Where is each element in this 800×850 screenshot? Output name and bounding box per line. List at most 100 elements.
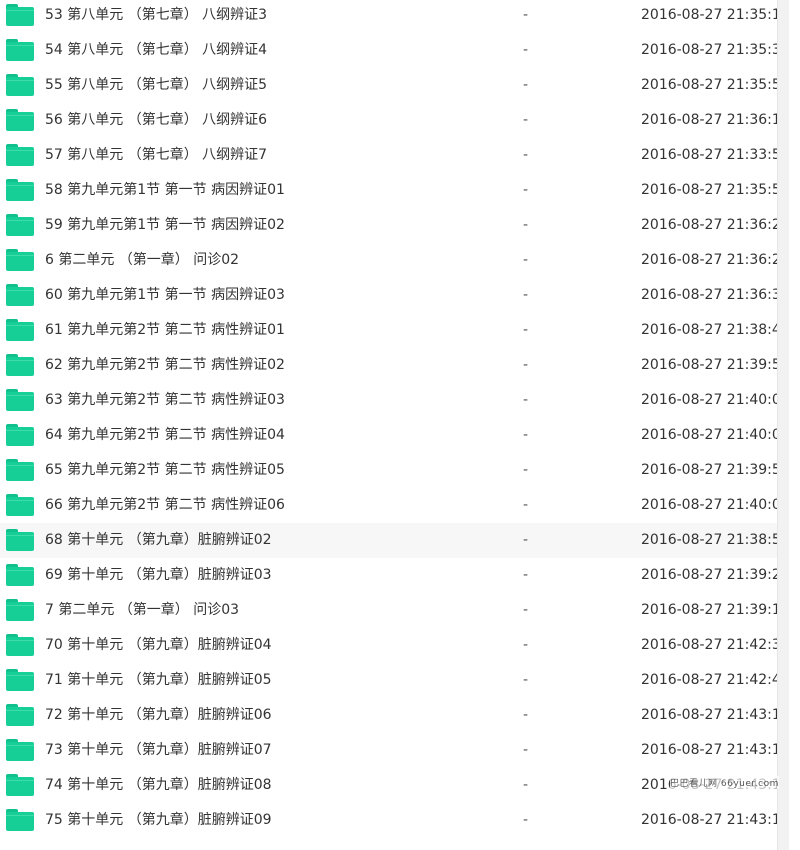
file-size: -: [523, 532, 529, 548]
file-size: -: [523, 7, 529, 23]
file-modified-date: 2016-08-27 21:35:16: [641, 7, 789, 23]
file-modified-date: 2016-08-27 21:43:12: [641, 812, 789, 828]
file-name[interactable]: 60 第九单元第1节 第一节 病因辨证03: [45, 286, 285, 304]
file-name[interactable]: 70 第十单元 （第九章）脏腑辨证04: [45, 636, 272, 654]
folder-icon: [6, 4, 34, 26]
file-name[interactable]: 75 第十单元 （第九章）脏腑辨证09: [45, 811, 272, 829]
folder-icon: [6, 109, 34, 131]
file-name[interactable]: 73 第十单元 （第九章）脏腑辨证07: [45, 741, 272, 759]
file-name[interactable]: 56 第八单元 （第七章） 八纲辨证6: [45, 111, 267, 129]
file-size: -: [523, 42, 529, 58]
file-name[interactable]: 65 第九单元第2节 第二节 病性辨证05: [45, 461, 285, 479]
file-name[interactable]: 61 第九单元第2节 第二节 病性辨证01: [45, 321, 285, 339]
file-name[interactable]: 66 第九单元第2节 第二节 病性辨证06: [45, 496, 285, 514]
file-name[interactable]: 71 第十单元 （第九章）脏腑辨证05: [45, 671, 272, 689]
file-row[interactable]: 60 第九单元第1节 第一节 病因辨证03 - 2016-08-27 21:36:3…: [0, 278, 789, 313]
file-row[interactable]: 55 第八单元 （第七章） 八纲辨证5 - 2016-08-27 21:35:51: [0, 68, 789, 103]
file-modified-date: 2016-08-27 21:39:15: [641, 602, 789, 618]
file-size: -: [523, 777, 529, 793]
folder-icon: [6, 494, 34, 516]
folder-icon: [6, 284, 34, 306]
file-row[interactable]: 54 第八单元 （第七章） 八纲辨证4 - 2016-08-27 21:35:37: [0, 33, 789, 68]
folder-icon: [6, 214, 34, 236]
file-modified-date: 2016-08-27 21:42:46: [641, 672, 789, 688]
file-name[interactable]: 55 第八单元 （第七章） 八纲辨证5: [45, 76, 267, 94]
file-row[interactable]: 73 第十单元 （第九章）脏腑辨证07 - 2016-08-27 21:43:19: [0, 733, 789, 768]
file-row[interactable]: 63 第九单元第2节 第二节 病性辨证03 - 2016-08-27 21:40:0…: [0, 383, 789, 418]
file-name[interactable]: 64 第九单元第2节 第二节 病性辨证04: [45, 426, 285, 444]
folder-icon: [6, 389, 34, 411]
file-size: -: [523, 427, 529, 443]
file-name[interactable]: 63 第九单元第2节 第二节 病性辨证03: [45, 391, 285, 409]
file-modified-date: 2016-08-27 21:35:52: [641, 182, 789, 198]
file-modified-date: 2016-08-27 21:39:52: [641, 462, 789, 478]
file-row[interactable]: 72 第十单元 （第九章）脏腑辨证06 - 2016-08-27 21:43:14: [0, 698, 789, 733]
file-modified-date: 2016-08-27 21:36:22: [641, 217, 789, 233]
file-row[interactable]: 56 第八单元 （第七章） 八纲辨证6 - 2016-08-27 21:36:11: [0, 103, 789, 138]
file-name[interactable]: 54 第八单元 （第七章） 八纲辨证4: [45, 41, 267, 59]
folder-icon: [6, 424, 34, 446]
file-row[interactable]: 61 第九单元第2节 第二节 病性辨证01 - 2016-08-27 21:38:4…: [0, 313, 789, 348]
file-name[interactable]: 57 第八单元 （第七章） 八纲辨证7: [45, 146, 267, 164]
file-name[interactable]: 62 第九单元第2节 第二节 病性辨证02: [45, 356, 285, 374]
file-row[interactable]: 7 第二单元 （第一章） 问诊03 - 2016-08-27 21:39:15: [0, 593, 789, 628]
file-row[interactable]: 70 第十单元 （第九章）脏腑辨证04 - 2016-08-27 21:42:38: [0, 628, 789, 663]
file-size: -: [523, 567, 529, 583]
file-size: -: [523, 637, 529, 653]
file-name[interactable]: 7 第二单元 （第一章） 问诊03: [45, 601, 239, 619]
file-row[interactable]: 64 第九单元第2节 第二节 病性辨证04 - 2016-08-27 21:40:0…: [0, 418, 789, 453]
file-modified-date: 2016-08-27 21:42:38: [641, 637, 789, 653]
file-size: -: [523, 462, 529, 478]
file-name[interactable]: 53 第八单元 （第七章） 八纲辨证3: [45, 6, 267, 24]
file-row[interactable]: 58 第九单元第1节 第一节 病因辨证01 - 2016-08-27 21:35:5…: [0, 173, 789, 208]
file-name[interactable]: 72 第十单元 （第九章）脏腑辨证06: [45, 706, 272, 724]
vertical-scrollbar[interactable]: [777, 0, 789, 850]
file-modified-date: 2016-08-27 21:36:21: [641, 252, 789, 268]
file-row[interactable]: 6 第二单元 （第一章） 问诊02 - 2016-08-27 21:36:21: [0, 243, 789, 278]
file-name[interactable]: 58 第九单元第1节 第一节 病因辨证01: [45, 181, 285, 199]
folder-icon: [6, 564, 34, 586]
folder-icon: [6, 739, 34, 761]
file-name[interactable]: 68 第十单元 （第九章）脏腑辨证02: [45, 531, 272, 549]
file-row[interactable]: 65 第九单元第2节 第二节 病性辨证05 - 2016-08-27 21:39:5…: [0, 453, 789, 488]
file-size: -: [523, 357, 529, 373]
file-size: -: [523, 497, 529, 513]
file-modified-date: 2016-08-27 21:36:30: [641, 287, 789, 303]
file-size: -: [523, 322, 529, 338]
file-size: -: [523, 112, 529, 128]
folder-icon: [6, 179, 34, 201]
file-row[interactable]: 66 第九单元第2节 第二节 病性辨证06 - 2016-08-27 21:40:0…: [0, 488, 789, 523]
file-size: -: [523, 252, 529, 268]
file-modified-date: 2016-08-27 21:33:59: [641, 147, 789, 163]
folder-icon: [6, 354, 34, 376]
folder-icon: [6, 74, 34, 96]
file-size: -: [523, 77, 529, 93]
file-row[interactable]: 53 第八单元 （第七章） 八纲辨证3 - 2016-08-27 21:35:16: [0, 0, 789, 33]
file-row[interactable]: 71 第十单元 （第九章）脏腑辨证05 - 2016-08-27 21:42:46: [0, 663, 789, 698]
file-size: -: [523, 217, 529, 233]
file-row[interactable]: 62 第九单元第2节 第二节 病性辨证02 - 2016-08-27 21:39:5…: [0, 348, 789, 383]
file-row[interactable]: 68 第十单元 （第九章）脏腑辨证02 - 2016-08-27 21:38:56: [0, 523, 789, 558]
folder-icon: [6, 669, 34, 691]
file-name[interactable]: 59 第九单元第1节 第一节 病因辨证02: [45, 216, 285, 234]
file-name[interactable]: 6 第二单元 （第一章） 问诊02: [45, 251, 239, 269]
folder-icon: [6, 599, 34, 621]
file-size: -: [523, 392, 529, 408]
folder-icon: [6, 704, 34, 726]
file-size: -: [523, 602, 529, 618]
file-list: 53 第八单元 （第七章） 八纲辨证3-2016-08-27 21:35:16 5…: [0, 0, 789, 850]
file-modified-date: 2016-08-27 21:35:37: [641, 42, 789, 58]
file-modified-date: 2016-08-27 21:38:56: [641, 532, 789, 548]
file-name[interactable]: 69 第十单元 （第九章）脏腑辨证03: [45, 566, 272, 584]
file-row[interactable]: 69 第十单元 （第九章）脏腑辨证03 - 2016-08-27 21:39:24: [0, 558, 789, 593]
file-size: -: [523, 182, 529, 198]
folder-icon: [6, 634, 34, 656]
file-row[interactable]: 57 第八单元 （第七章） 八纲辨证7 - 2016-08-27 21:33:59: [0, 138, 789, 173]
file-row[interactable]: 59 第九单元第1节 第一节 病因辨证02 - 2016-08-27 21:36:2…: [0, 208, 789, 243]
file-modified-date: 2016-08-27 21:43:14: [641, 707, 789, 723]
folder-icon: [6, 459, 34, 481]
file-size: -: [523, 742, 529, 758]
file-name[interactable]: 74 第十单元 （第九章）脏腑辨证08: [45, 776, 272, 794]
file-size: -: [523, 287, 529, 303]
file-row[interactable]: 75 第十单元 （第九章）脏腑辨证09 - 2016-08-27 21:43:12: [0, 803, 789, 838]
